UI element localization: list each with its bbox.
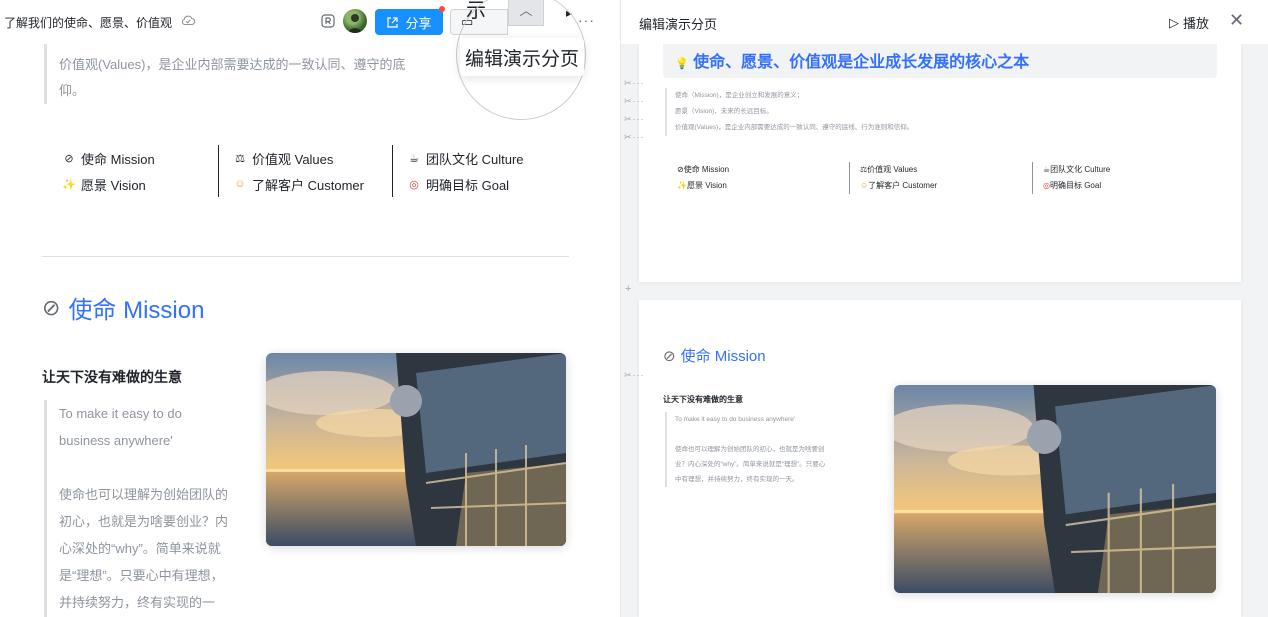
- feature-column: ⊘ 使命 Mission ✨ 愿景 Vision: [62, 145, 218, 197]
- slide-mission-quote: To make it easy to do business anywhere'…: [665, 412, 875, 487]
- customer-icon: ☺: [234, 178, 246, 190]
- slide-cruise-ship-image: [894, 385, 1216, 593]
- slide-feature-column: ☕团队文化 Culture ◎明确目标 Goal: [1032, 162, 1202, 194]
- sparkle-icon: ✨: [62, 178, 76, 191]
- slide-banner-text: 💡 使命、愿景、价值观是企业成长发展的核心之本: [675, 48, 1029, 72]
- quote-line: [59, 454, 244, 481]
- target-icon: ◎: [1043, 181, 1050, 190]
- quote-line: 仰。: [59, 83, 86, 98]
- slide-banner-title: 使命、愿景、价值观是企业成长发展的核心之本: [693, 54, 1030, 71]
- feature-column: ⚖ 价值观 Values ☺ 了解客户 Customer: [218, 145, 392, 197]
- compass-icon: ⊘: [42, 294, 61, 320]
- close-icon[interactable]: ✕: [1229, 10, 1244, 31]
- quote-line: 是“理想”。只要心中有理想，: [59, 568, 224, 583]
- compass-icon: ⊘: [663, 347, 676, 365]
- split-scissor-icon[interactable]: ✂···: [624, 114, 645, 125]
- quote-line: 并持续努力，终有实现的一: [59, 595, 216, 610]
- quote-line: 初心，也就是为啥要创业？内: [59, 514, 229, 529]
- notification-icon[interactable]: [320, 13, 336, 29]
- section-divider: [42, 256, 569, 257]
- share-notification-dot: [439, 6, 445, 12]
- mission-heading-text: 使命 Mission: [68, 297, 205, 324]
- feature-item: 了解客户 Customer: [252, 177, 364, 193]
- slide-feature-item: 明确目标 Goal: [1049, 181, 1102, 190]
- split-scissor-icon[interactable]: ✂···: [624, 96, 645, 107]
- feature-grid: ⊘ 使命 Mission ✨ 愿景 Vision ⚖ 价值观 Values ☺ 了解客户…: [62, 145, 582, 197]
- lightbulb-icon: 💡: [675, 58, 689, 70]
- slide-line: [675, 427, 875, 442]
- cruise-ship-image[interactable]: [266, 353, 566, 546]
- target-icon: ◎: [409, 178, 419, 191]
- quote-line: 心深处的“why”。简单来说就: [59, 541, 221, 556]
- play-icon: ▷: [1169, 14, 1179, 30]
- present-label: 示: [466, 0, 486, 22]
- play-label: 播放: [1183, 16, 1210, 31]
- feature-item: 团队文化 Culture: [426, 151, 524, 167]
- slide-line: 使命也可以理解为创始团队的初心，也就是为啥要创: [675, 446, 825, 453]
- slide-feature-item: 了解客户 Customer: [868, 181, 938, 190]
- present-dropdown-button[interactable]: ︿: [508, 0, 544, 26]
- slide-line: 愿景（Vision)，未来的长远目标。: [675, 108, 773, 115]
- slide-quote: 使命（Mission)，是企业创立和发展的意义； 愿景（Vision)，未来的长…: [665, 88, 1065, 136]
- compass-icon: ⊘: [677, 165, 684, 174]
- slide-line: 价值观(Values)，是企业内部需要达成的一致认同、遵守的底线、行为准则和信仰…: [675, 124, 914, 131]
- chevron-up-icon: ︿: [519, 3, 533, 18]
- split-scissor-icon[interactable]: ✂···: [624, 78, 645, 89]
- share-icon: [387, 16, 399, 28]
- values-quote: 价值观(Values)，是企业内部需要达成的一致认同、遵守的底 仰。: [44, 44, 464, 104]
- slides-panel: 💡 使命、愿景、价值观是企业成长发展的核心之本 使命（Mission)，是企业创…: [621, 0, 1268, 617]
- slide-banner: 💡 使命、愿景、价值观是企业成长发展的核心之本: [663, 40, 1217, 78]
- panel-header: 编辑演示分页 ▷ 播放 ✕: [621, 0, 1268, 44]
- cloud-sync-icon[interactable]: [180, 12, 196, 28]
- quote-line: business anywhere': [59, 433, 173, 448]
- slide-1[interactable]: 💡 使命、愿景、价值观是企业成长发展的核心之本 使命（Mission)，是企业创…: [639, 30, 1241, 282]
- share-button[interactable]: 分享: [375, 9, 443, 35]
- slide-feature-column: ⚖价值观 Values ☺了解客户 Customer: [849, 162, 1033, 194]
- slide-line: 业？内心深处的“why”。简单来说就是“理想”。只要心: [675, 461, 826, 468]
- slide-feature-item: 价值观 Values: [867, 165, 918, 174]
- share-label: 分享: [405, 15, 432, 31]
- feature-item: 明确目标 Goal: [426, 177, 510, 193]
- split-scissor-icon[interactable]: ✂···: [624, 370, 645, 381]
- add-split-icon[interactable]: +: [625, 283, 631, 295]
- slide-mission-heading: ⊘ 使命 Mission: [663, 345, 766, 366]
- panel-title: 编辑演示分页: [639, 17, 718, 32]
- slide-feature-item: 愿景 Vision: [686, 181, 727, 190]
- quote-line: 使命也可以理解为创始团队的: [59, 487, 229, 502]
- cursor-arrow-icon: ▸: [566, 6, 573, 20]
- scale-icon: ⚖: [235, 152, 245, 165]
- document-pane: 了解我们的使命、愿景、价值观 分享 ▭ 示 ︿ ▸ ··· 编辑演示分页 价值观…: [0, 0, 620, 617]
- slide-mission-heading-text: 使命 Mission: [680, 348, 766, 365]
- doc-title[interactable]: 了解我们的使命、愿景、价值观: [4, 14, 172, 31]
- mission-quote: To make it easy to do business anywhere'…: [44, 400, 244, 617]
- team-icon: ☕: [409, 152, 419, 165]
- customer-icon: ☺: [860, 181, 869, 190]
- feature-item: 使命 Mission: [81, 151, 155, 167]
- compass-icon: ⊘: [64, 152, 74, 165]
- mission-subheading: 让天下没有难做的生意: [42, 369, 182, 385]
- mission-heading: ⊘ 使命 Mission: [42, 290, 204, 325]
- slide-line: 使命（Mission)，是企业创立和发展的意义；: [675, 92, 804, 99]
- slide-feature-item: 团队文化 Culture: [1050, 165, 1111, 174]
- quote-line: To make it easy to do: [59, 406, 182, 421]
- feature-item: 愿景 Vision: [81, 177, 146, 193]
- feature-item: 价值观 Values: [252, 151, 334, 167]
- sparkle-icon: ✨: [677, 181, 687, 190]
- feature-column: ☕ 团队文化 Culture ◎ 明确目标 Goal: [392, 145, 572, 197]
- split-scissor-icon[interactable]: ✂···: [624, 132, 645, 143]
- slide-feature-column: ⊘使命 Mission ✨愿景 Vision: [677, 162, 849, 194]
- quote-line: 价值观(Values)，是企业内部需要达成的一致认同、遵守的底: [59, 57, 406, 72]
- play-button[interactable]: ▷ 播放: [1169, 13, 1209, 32]
- slide-line: To make it easy to do business anywhere': [675, 416, 796, 423]
- slide-mission-subheading: 让天下没有难做的生意: [663, 395, 743, 404]
- edit-slides-tooltip[interactable]: 编辑演示分页: [460, 38, 584, 76]
- avatar[interactable]: [343, 9, 367, 33]
- slide-feature-item: 使命 Mission: [683, 165, 730, 174]
- slide-line: 中有理想，并持续努力，终有实现的一天。: [675, 476, 799, 483]
- slide-2[interactable]: ⊘ 使命 Mission 让天下没有难做的生意 To make it easy …: [639, 300, 1241, 617]
- more-button[interactable]: ···: [578, 12, 595, 28]
